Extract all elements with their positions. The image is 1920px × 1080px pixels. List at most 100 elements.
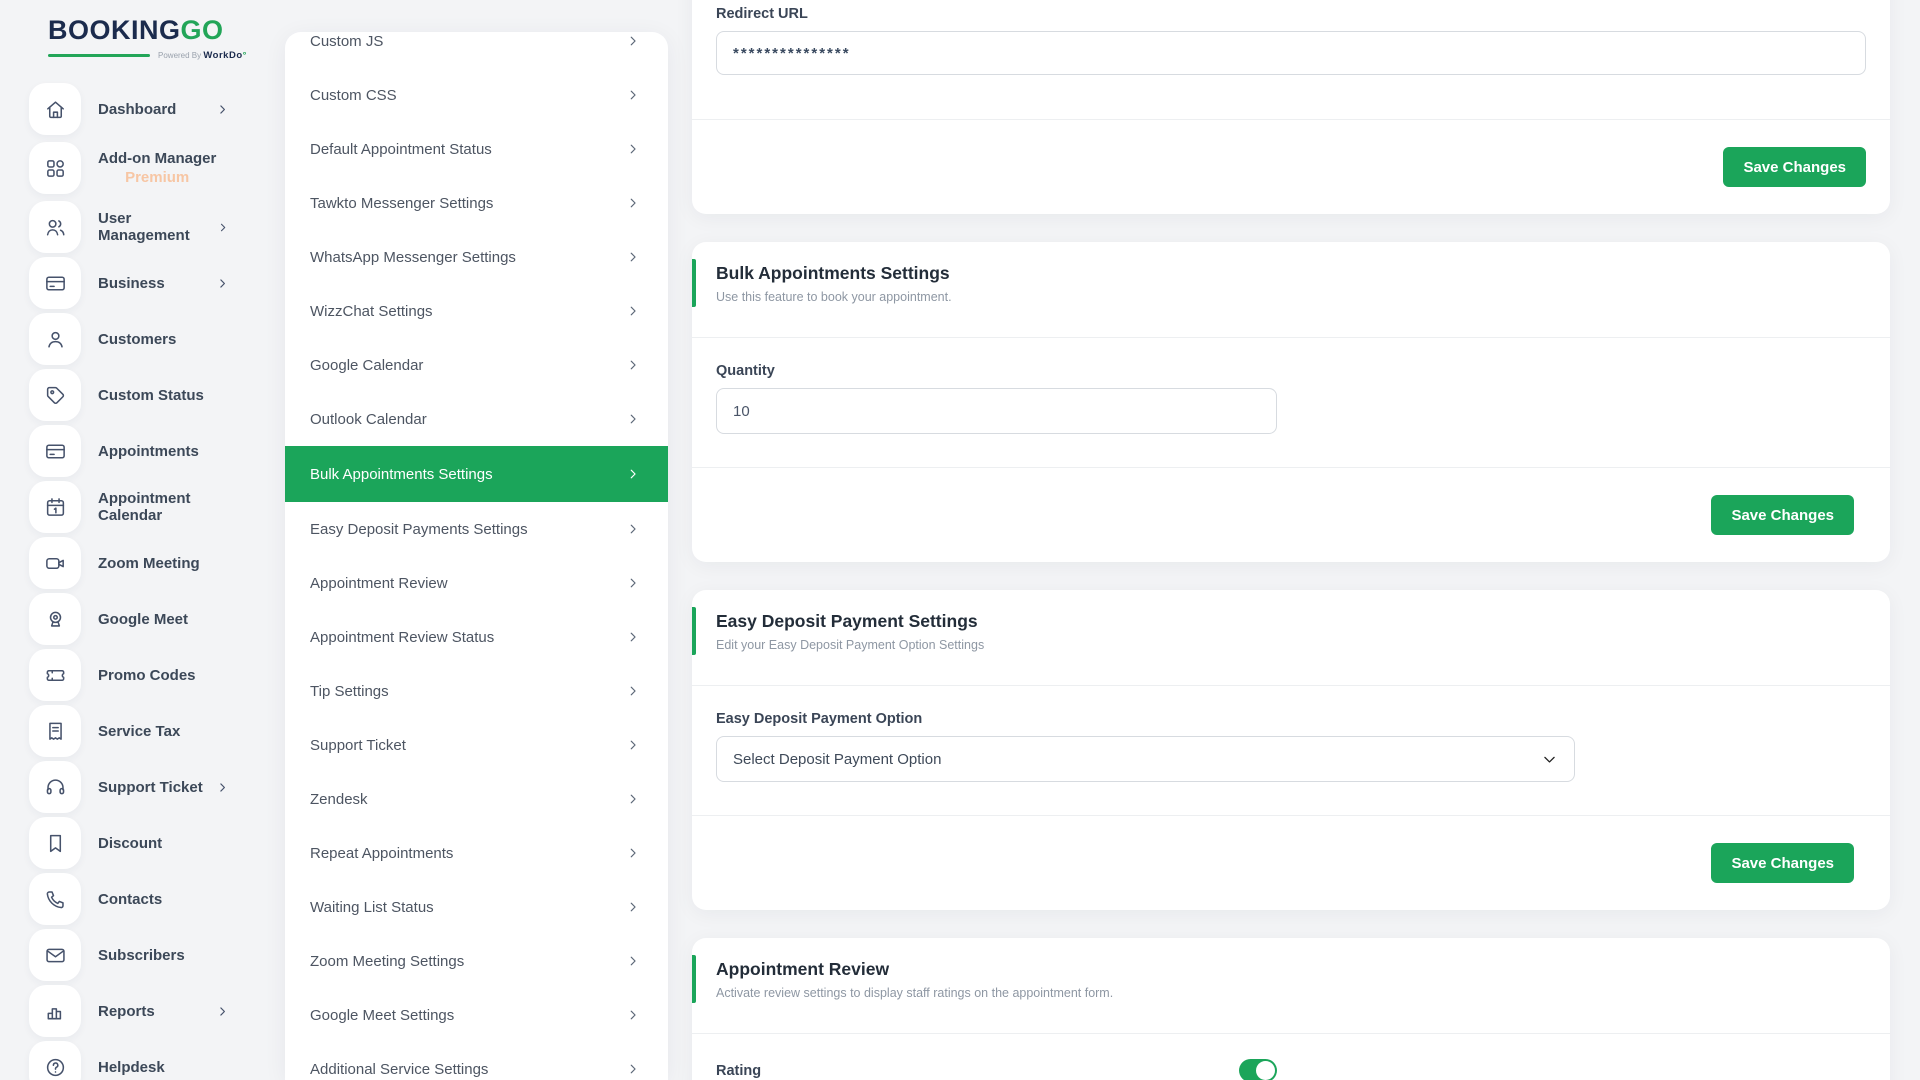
- main-content: Redirect URL Save Changes Bulk Appointme…: [668, 0, 1920, 1080]
- grid-icon: [29, 142, 81, 194]
- settings-item-bulk-appointments-settings[interactable]: Bulk Appointments Settings: [285, 446, 668, 502]
- brand-logo: BOOKINGGO Powered By WorkDo°: [0, 16, 285, 61]
- users-icon: [29, 201, 81, 253]
- quantity-input[interactable]: [716, 388, 1277, 434]
- sidebar-item-label: Dashboard: [98, 101, 176, 118]
- sidebar-item-service-tax[interactable]: Service Tax: [0, 703, 285, 759]
- card-icon: [29, 425, 81, 477]
- sidebar-item-subscribers[interactable]: Subscribers: [0, 927, 285, 983]
- sidebar-item-customers[interactable]: Customers: [0, 311, 285, 367]
- brand-name-dark: BOOKING: [48, 15, 181, 45]
- easy-deposit-title: Easy Deposit Payment Settings: [716, 609, 1866, 634]
- chevron-right-icon: [626, 88, 640, 102]
- settings-item-custom-js[interactable]: Custom JS: [285, 32, 668, 68]
- headset-icon: [29, 761, 81, 813]
- save-changes-button[interactable]: Save Changes: [1723, 147, 1866, 187]
- settings-item-label: Additional Service Settings: [310, 1061, 488, 1078]
- settings-item-google-calendar[interactable]: Google Calendar: [285, 338, 668, 392]
- settings-item-outlook-calendar[interactable]: Outlook Calendar: [285, 392, 668, 446]
- settings-item-default-appointment-status[interactable]: Default Appointment Status: [285, 122, 668, 176]
- sidebar-item-support-ticket[interactable]: Support Ticket: [0, 759, 285, 815]
- user-icon: [29, 313, 81, 365]
- save-changes-button[interactable]: Save Changes: [1711, 495, 1854, 535]
- appointment-review-title: Appointment Review: [716, 957, 1866, 982]
- calendar-icon: [29, 481, 81, 533]
- sidebar-item-reports[interactable]: Reports: [0, 983, 285, 1039]
- settings-item-zoom-meeting-settings[interactable]: Zoom Meeting Settings: [285, 934, 668, 988]
- settings-item-label: WizzChat Settings: [310, 303, 433, 320]
- chevron-right-icon: [626, 1062, 640, 1076]
- home-icon: [29, 83, 81, 135]
- chevron-right-icon: [626, 846, 640, 860]
- brand-name: BOOKINGGO: [48, 16, 285, 44]
- sidebar-item-label: Custom Status: [98, 387, 204, 404]
- sidebar-item-user-management[interactable]: User Management: [0, 199, 285, 255]
- settings-item-label: Custom CSS: [310, 87, 397, 104]
- settings-item-repeat-appointments[interactable]: Repeat Appointments: [285, 826, 668, 880]
- settings-item-tawkto-messenger-settings[interactable]: Tawkto Messenger Settings: [285, 176, 668, 230]
- settings-item-label: Tawkto Messenger Settings: [310, 195, 493, 212]
- sidebar-item-label: Add-on Manager: [98, 150, 216, 167]
- settings-item-tip-settings[interactable]: Tip Settings: [285, 664, 668, 718]
- sidebar-item-label: Appointment Calendar: [98, 490, 229, 524]
- sidebar-item-dashboard[interactable]: Dashboard: [0, 81, 285, 137]
- chevron-right-icon: [626, 142, 640, 156]
- deposit-option-select[interactable]: Select Deposit Payment Option: [716, 736, 1575, 782]
- chart-icon: [29, 985, 81, 1037]
- sidebar-item-label: Discount: [98, 835, 162, 852]
- sidebar-item-label: Customers: [98, 331, 176, 348]
- settings-item-label: Support Ticket: [310, 737, 406, 754]
- premium-badge: Premium: [125, 169, 189, 186]
- chevron-right-icon: [626, 576, 640, 590]
- settings-item-appointment-review-status[interactable]: Appointment Review Status: [285, 610, 668, 664]
- settings-item-whatsapp-messenger-settings[interactable]: WhatsApp Messenger Settings: [285, 230, 668, 284]
- sidebar-item-zoom-meeting[interactable]: Zoom Meeting: [0, 535, 285, 591]
- accent-bar: [692, 607, 696, 655]
- sidebar-item-contacts[interactable]: Contacts: [0, 871, 285, 927]
- settings-item-label: Waiting List Status: [310, 899, 434, 916]
- sidebar-item-label: Contacts: [98, 891, 162, 908]
- settings-item-label: Bulk Appointments Settings: [310, 466, 493, 483]
- sidebar-item-business[interactable]: Business: [0, 255, 285, 311]
- sidebar-item-label: Zoom Meeting: [98, 555, 200, 572]
- brand-tagline: Powered By WorkDo°: [48, 50, 253, 61]
- save-changes-button[interactable]: Save Changes: [1711, 843, 1854, 883]
- sidebar-item-appointments[interactable]: Appointments: [0, 423, 285, 479]
- phone-icon: [29, 873, 81, 925]
- sidebar-item-promo-codes[interactable]: Promo Codes: [0, 647, 285, 703]
- chevron-right-icon: [217, 221, 229, 234]
- chevron-right-icon: [626, 900, 640, 914]
- settings-item-label: WhatsApp Messenger Settings: [310, 249, 516, 266]
- settings-item-label: Appointment Review: [310, 575, 448, 592]
- sidebar-item-label: Business: [98, 275, 165, 292]
- receipt-icon: [29, 705, 81, 757]
- sidebar-item-appointment-calendar[interactable]: Appointment Calendar: [0, 479, 285, 535]
- settings-item-wizzchat-settings[interactable]: WizzChat Settings: [285, 284, 668, 338]
- sidebar-item-add-on-manager[interactable]: Add-on Manager Premium: [0, 137, 285, 199]
- settings-item-additional-service-settings[interactable]: Additional Service Settings: [285, 1042, 668, 1080]
- settings-item-easy-deposit-payments-settings[interactable]: Easy Deposit Payments Settings: [285, 502, 668, 556]
- rating-toggle[interactable]: [1239, 1059, 1277, 1080]
- settings-item-google-meet-settings[interactable]: Google Meet Settings: [285, 988, 668, 1042]
- powered-by-text: Powered By: [158, 51, 201, 60]
- redirect-url-input[interactable]: [716, 31, 1866, 75]
- settings-item-appointment-review[interactable]: Appointment Review: [285, 556, 668, 610]
- sidebar-item-helpdesk[interactable]: Helpdesk: [0, 1039, 285, 1080]
- sidebar-item-custom-status[interactable]: Custom Status: [0, 367, 285, 423]
- settings-menu: Custom JS Custom CSS Default Appointment S…: [285, 32, 668, 1080]
- settings-item-label: Outlook Calendar: [310, 411, 427, 428]
- settings-item-zendesk[interactable]: Zendesk: [285, 772, 668, 826]
- deposit-option-label: Easy Deposit Payment Option: [716, 711, 1866, 727]
- mail-icon: [29, 929, 81, 981]
- card-icon: [29, 257, 81, 309]
- accent-bar: [692, 955, 696, 1003]
- settings-item-support-ticket[interactable]: Support Ticket: [285, 718, 668, 772]
- settings-item-waiting-list-status[interactable]: Waiting List Status: [285, 880, 668, 934]
- sidebar-item-google-meet[interactable]: Google Meet: [0, 591, 285, 647]
- bulk-appointments-card: Bulk Appointments Settings Use this feat…: [692, 242, 1890, 562]
- sidebar-item-label: Appointments: [98, 443, 199, 460]
- sidebar-item-discount[interactable]: Discount: [0, 815, 285, 871]
- chevron-right-icon: [626, 304, 640, 318]
- settings-item-custom-css[interactable]: Custom CSS: [285, 68, 668, 122]
- appointment-review-subtitle: Activate review settings to display staf…: [716, 985, 1866, 1002]
